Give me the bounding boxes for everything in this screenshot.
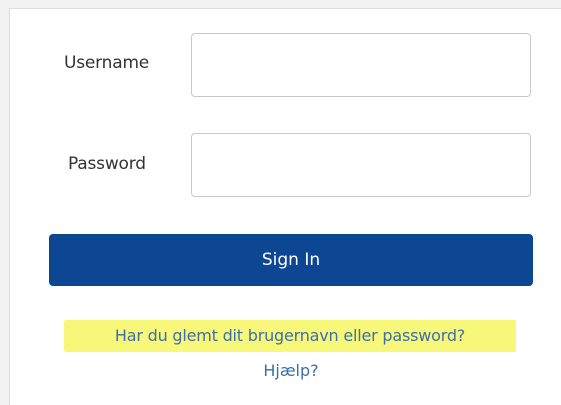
login-panel: Username Password Sign In Har du glemt d…	[9, 8, 561, 405]
help-link[interactable]: Hjælp?	[10, 361, 561, 380]
username-input[interactable]	[191, 33, 531, 97]
forgot-credentials-link[interactable]: Har du glemt dit brugernavn eller passwo…	[64, 320, 516, 352]
password-label: Password	[68, 154, 146, 174]
password-input[interactable]	[191, 133, 531, 197]
sign-in-button[interactable]: Sign In	[49, 234, 533, 286]
username-label: Username	[64, 53, 150, 73]
